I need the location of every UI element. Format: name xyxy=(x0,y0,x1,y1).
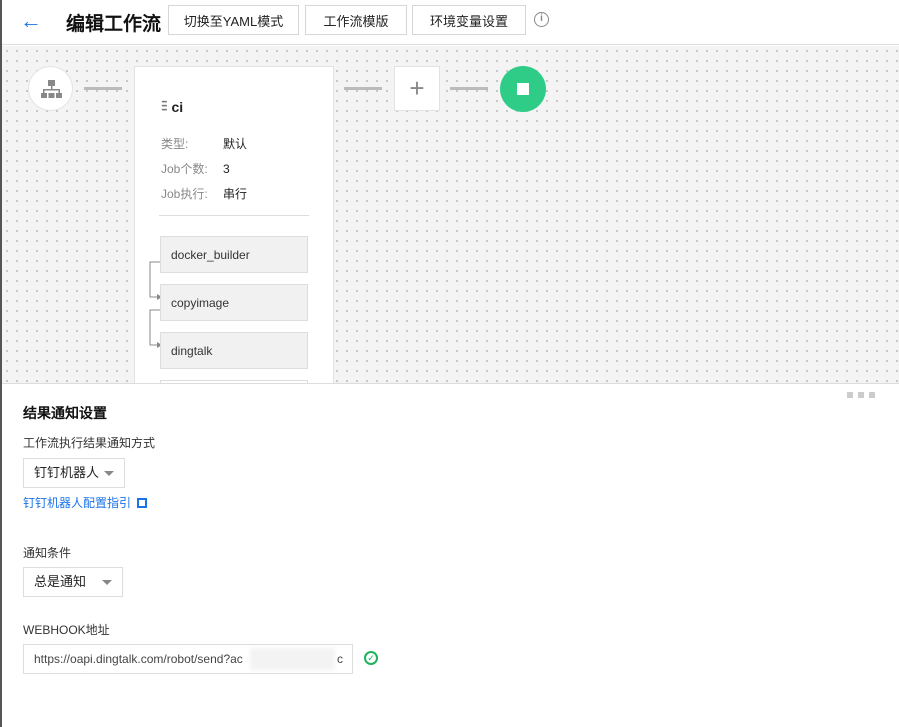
webhook-input[interactable]: https://oapi.dingtalk.com/robot/send?ac … xyxy=(23,644,353,674)
end-node[interactable] xyxy=(500,66,546,112)
stage-name: ci xyxy=(171,98,184,115)
check-circle-icon: ✓ xyxy=(364,651,378,665)
guide-link[interactable]: 钉钉机器人配置指引 xyxy=(23,494,148,511)
stage-type-row: 类型: 默认 xyxy=(161,137,248,151)
connector xyxy=(84,87,122,90)
stage-card[interactable]: ⫶⫶⫶ ci 类型: 默认 Job个数: 3 Job执行: 串行 docker_buil… xyxy=(134,66,334,383)
chevron-down-icon xyxy=(102,580,112,585)
method-value: 钉钉机器人 xyxy=(34,465,100,480)
drag-handle[interactable] xyxy=(847,392,875,398)
webhook-value: https://oapi.dingtalk.com/robot/send?ac xyxy=(34,652,243,666)
stop-icon xyxy=(517,83,529,95)
panel-title: 结果通知设置 xyxy=(23,405,107,421)
redacted-block xyxy=(250,648,335,670)
webhook-label: WEBHOOK地址 xyxy=(23,623,110,637)
external-link-icon xyxy=(137,498,148,508)
workflow-template-button[interactable]: 工作流模版 xyxy=(305,5,407,35)
add-stage-button[interactable]: + xyxy=(394,66,440,111)
sitemap-icon xyxy=(41,80,62,98)
notification-panel: 结果通知设置 工作流执行结果通知方式 钉钉机器人 钉钉机器人配置指引 通知条件 … xyxy=(2,384,899,727)
condition-label: 通知条件 xyxy=(23,546,72,560)
start-node[interactable] xyxy=(28,66,73,111)
divider xyxy=(159,215,309,216)
condition-value: 总是通知 xyxy=(34,574,87,589)
stage-exec-row: Job执行: 串行 xyxy=(161,187,248,201)
method-label: 工作流执行结果通知方式 xyxy=(23,436,156,450)
info-icon[interactable]: i xyxy=(534,12,549,27)
job-item[interactable]: copyimage xyxy=(160,284,308,321)
page-title: 编辑工作流 xyxy=(66,14,162,35)
workflow-canvas: ⫶⫶⫶ ci 类型: 默认 Job个数: 3 Job执行: 串行 docker_buil… xyxy=(2,46,899,384)
job-item[interactable]: dingtalk xyxy=(160,332,308,369)
back-arrow-icon[interactable]: ← xyxy=(20,8,42,34)
connector xyxy=(344,87,382,90)
chevron-down-icon xyxy=(104,471,114,476)
stage-job-count-row: Job个数: 3 xyxy=(161,162,230,176)
header: ← 编辑工作流 切换至YAML模式 工作流模版 环境变量设置 i xyxy=(2,0,899,45)
job-item[interactable]: docker_builder xyxy=(160,236,308,273)
method-select[interactable]: 钉钉机器人 xyxy=(23,458,125,488)
condition-select[interactable]: 总是通知 xyxy=(23,567,123,597)
webhook-tail: c xyxy=(337,652,343,666)
env-vars-button[interactable]: 环境变量设置 xyxy=(412,5,526,35)
connector xyxy=(450,87,488,90)
sliders-icon: ⫶⫶⫶ xyxy=(161,98,167,114)
switch-yaml-button[interactable]: 切换至YAML模式 xyxy=(168,5,299,35)
